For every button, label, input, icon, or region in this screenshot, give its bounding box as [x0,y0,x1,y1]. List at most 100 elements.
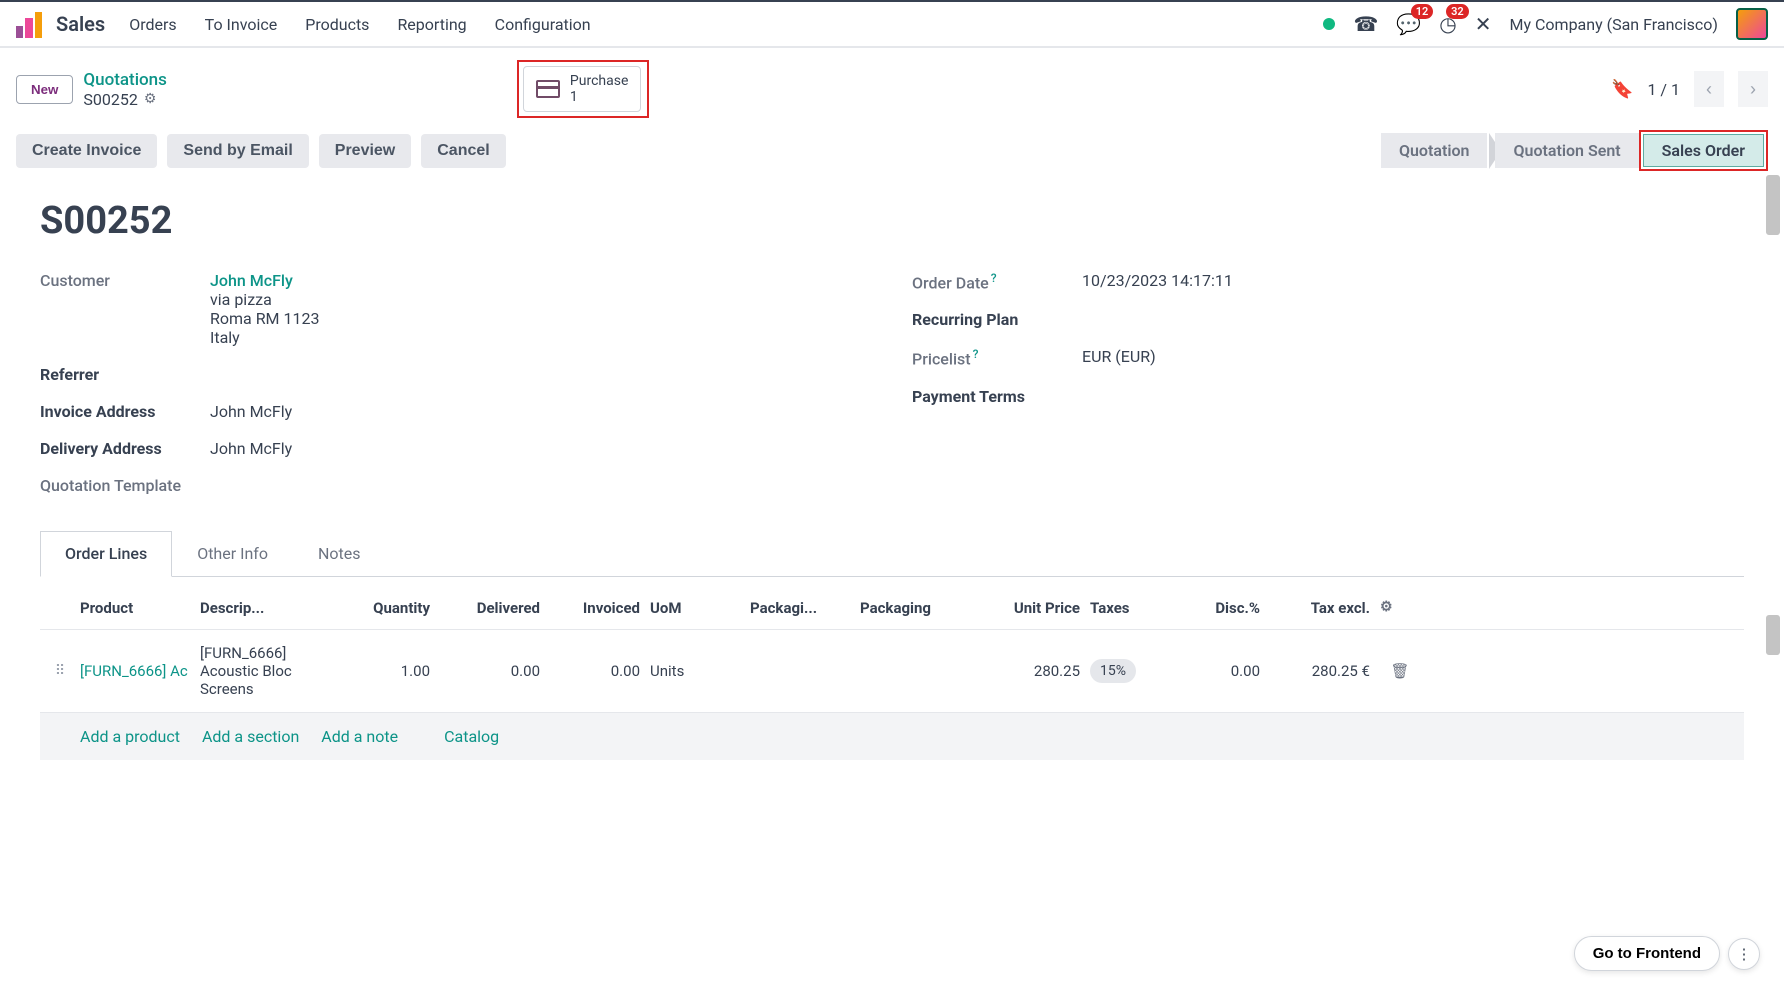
gear-icon[interactable]: ⚙ [144,91,157,107]
status-bar: Quotation Quotation Sent Sales Order [1381,130,1768,171]
send-email-button[interactable]: Send by Email [167,134,308,168]
company-name[interactable]: My Company (San Francisco) [1509,15,1718,34]
nav-reporting[interactable]: Reporting [397,15,466,34]
drag-handle-icon[interactable]: ⠿ [40,663,80,679]
more-actions-icon[interactable]: ⋮ [1728,938,1760,970]
th-unit-price[interactable]: Unit Price [970,599,1090,617]
help-icon[interactable]: ? [991,271,997,285]
purchase-smart-button[interactable]: Purchase 1 [523,66,641,112]
stage-sales-order[interactable]: Sales Order [1643,134,1764,167]
address-line-3: Italy [210,328,319,347]
payment-terms-label: Payment Terms [912,387,1082,406]
row-description[interactable]: [FURN_6666] Acoustic Bloc Screens [200,644,340,698]
table-header: Product Descrip... Quantity Delivered In… [40,587,1744,630]
nav-orders[interactable]: Orders [129,15,176,34]
new-button[interactable]: New [16,75,73,104]
add-row: Add a product Add a section Add a note C… [40,713,1744,760]
add-section-link[interactable]: Add a section [202,727,299,746]
nav-to-invoice[interactable]: To Invoice [205,15,278,34]
th-taxes[interactable]: Taxes [1090,599,1170,617]
order-lines-table: Product Descrip... Quantity Delivered In… [40,587,1744,760]
pricelist-value[interactable]: EUR (EUR) [1082,347,1156,366]
user-avatar[interactable] [1736,8,1768,40]
th-delivered[interactable]: Delivered [440,599,550,617]
row-delivered[interactable]: 0.00 [440,662,550,680]
delivery-address-value[interactable]: John McFly [210,439,292,458]
row-product[interactable]: [FURN_6666] Ac [80,662,200,680]
row-invoiced[interactable]: 0.00 [550,662,650,680]
th-product[interactable]: Product [80,599,200,617]
chat-badge: 12 [1411,4,1434,19]
th-quantity[interactable]: Quantity [340,599,440,617]
smart-button-label: Purchase [570,73,628,89]
th-packaging-qty[interactable]: Packagi... [750,599,860,617]
clock-badge: 32 [1446,4,1469,19]
preview-button[interactable]: Preview [319,134,411,168]
customer-value[interactable]: John McFly [210,271,293,290]
record-title: S00252 [40,199,1744,243]
th-description[interactable]: Descrip... [200,599,340,617]
actionbar: Create Invoice Send by Email Preview Can… [0,130,1784,175]
topbar: Sales Orders To Invoice Products Reporti… [0,0,1784,48]
delete-row-icon[interactable]: 🗑 [1380,662,1420,680]
pager-text: 1 / 1 [1647,80,1680,99]
nav-configuration[interactable]: Configuration [495,15,591,34]
help-icon-2[interactable]: ? [973,347,979,361]
catalog-link[interactable]: Catalog [444,727,499,746]
table-row: ⠿ [FURN_6666] Ac [FURN_6666] Acoustic Bl… [40,630,1744,713]
referrer-label: Referrer [40,365,210,384]
tab-other-info[interactable]: Other Info [172,531,293,576]
invoice-address-label: Invoice Address [40,402,210,421]
invoice-address-value[interactable]: John McFly [210,402,292,421]
add-note-link[interactable]: Add a note [321,727,398,746]
scrollbar-thumb-2[interactable] [1766,615,1780,655]
th-tax-excl[interactable]: Tax excl. [1270,599,1380,617]
smart-button-count: 1 [570,89,628,105]
pager-prev-button[interactable]: ‹ [1694,71,1724,107]
nav-products[interactable]: Products [305,15,369,34]
cancel-button[interactable]: Cancel [421,134,505,168]
order-date-label: Order Date? [912,271,1082,292]
customer-label: Customer [40,271,210,290]
pager-next-button[interactable]: › [1738,71,1768,107]
order-date-value[interactable]: 10/23/2023 14:17:11 [1082,271,1233,290]
breadcrumb-parent[interactable]: Quotations [83,70,167,90]
th-invoiced[interactable]: Invoiced [550,599,650,617]
tab-order-lines[interactable]: Order Lines [40,531,172,577]
tab-notes[interactable]: Notes [293,531,386,576]
phone-icon[interactable]: ☎ [1353,12,1378,36]
tools-icon[interactable]: ✕ [1475,12,1492,36]
scrollbar-thumb[interactable] [1766,175,1780,235]
th-packaging[interactable]: Packaging [860,599,970,617]
row-uom[interactable]: Units [650,662,750,680]
quotation-template-label: Quotation Template [40,476,210,495]
status-dot-icon [1323,18,1335,30]
th-disc[interactable]: Disc.% [1170,599,1270,617]
form-content: S00252 Customer John McFly via pizza Rom… [0,175,1784,784]
stage-quotation-sent[interactable]: Quotation Sent [1495,133,1638,168]
table-settings-icon[interactable]: ⚙ [1380,599,1420,617]
stage-active-highlight: Sales Order [1639,130,1768,171]
create-invoice-button[interactable]: Create Invoice [16,134,157,168]
pricelist-label: Pricelist? [912,347,1082,368]
go-to-frontend-button[interactable]: Go to Frontend [1574,936,1720,971]
row-quantity[interactable]: 1.00 [340,662,440,680]
chat-icon[interactable]: 💬12 [1396,12,1421,36]
delivery-address-label: Delivery Address [40,439,210,458]
recurring-plan-label: Recurring Plan [912,310,1082,329]
app-logo-icon [16,10,44,38]
address-line-1: via pizza [210,290,319,309]
address-line-2: Roma RM 1123 [210,309,319,328]
row-unit-price[interactable]: 280.25 [970,662,1090,680]
subheader: New Quotations S00252 ⚙ Purchase 1 🔖 1 /… [0,48,1784,130]
app-name[interactable]: Sales [56,12,105,36]
th-uom[interactable]: UoM [650,599,750,617]
smart-button-highlight: Purchase 1 [517,60,649,118]
bookmark-icon[interactable]: 🔖 [1611,79,1633,100]
add-product-link[interactable]: Add a product [80,727,180,746]
stage-quotation[interactable]: Quotation [1381,133,1488,168]
row-taxes[interactable]: 15% [1090,659,1136,683]
clock-icon[interactable]: ◷32 [1439,12,1456,36]
row-tax-excl: 280.25 € [1270,662,1380,680]
row-disc[interactable]: 0.00 [1170,662,1270,680]
